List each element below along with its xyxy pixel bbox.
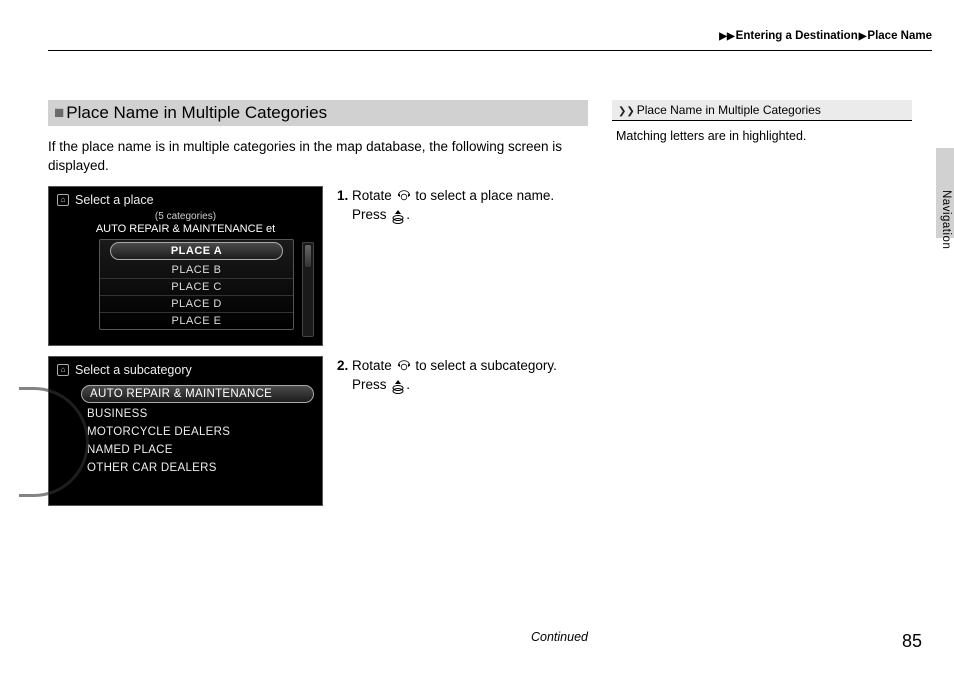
rotate-dial-icon [396,189,412,203]
intro-text: If the place name is in multiple categor… [48,138,588,176]
divider [612,120,912,121]
place-list: PLACE A PLACE B PLACE C PLACE D PLACE E [99,239,294,330]
list-item: PLACE A [110,242,283,260]
rotate-dial-icon [396,359,412,373]
list-item: BUSINESS [81,405,314,423]
arc-decoration [19,387,89,497]
press-button-icon [390,209,406,223]
step-text: Press [352,207,387,222]
press-button-icon [390,379,406,393]
list-item: PLACE C [100,279,293,296]
step-row-1: ⌂ Select a place (5 categories) AUTO REP… [48,186,588,346]
step-2: 2. Rotate to select a subcategory. Press… [337,356,588,395]
list-item: AUTO REPAIR & MAINTENANCE [81,385,314,403]
sidebar: ❯❯Place Name in Multiple Categories Matc… [612,100,912,143]
step-text: Rotate [352,358,392,373]
step-row-2: ⌂ Select a subcategory AUTO REPAIR & MAI… [48,356,588,506]
list-item: NAMED PLACE [81,441,314,459]
sidebar-note: Matching letters are in highlighted. [612,129,912,143]
back-icon: ⌂ [57,194,69,206]
step-text: . [406,377,410,392]
list-item: PLACE B [100,262,293,279]
sidebar-heading-text: Place Name in Multiple Categories [637,103,821,117]
step-text: . [406,207,410,222]
screenshot-title-bar: ⌂ Select a subcategory [49,357,322,379]
section-heading: ■Place Name in Multiple Categories [48,100,588,126]
scrollbar [302,242,314,337]
page-number: 85 [902,631,922,652]
screenshot-select-place: ⌂ Select a place (5 categories) AUTO REP… [48,186,323,346]
step-text: Rotate [352,188,392,203]
main-content: ■Place Name in Multiple Categories If th… [48,100,588,516]
step-number: 1. [337,188,348,203]
step-text: to select a place name. [415,188,554,203]
double-chevron-icon: ❯❯ [618,106,635,117]
section-title: Place Name in Multiple Categories [66,103,327,122]
back-icon: ⌂ [57,364,69,376]
screenshot-subline: AUTO REPAIR & MAINTENANCE et [49,223,322,235]
chevron-right-icon: ▶ [859,31,867,42]
screenshot-title-bar: ⌂ Select a place [49,187,322,209]
screenshot-subhead: (5 categories) [49,211,322,222]
screenshot-select-subcategory: ⌂ Select a subcategory AUTO REPAIR & MAI… [48,356,323,506]
divider [48,50,932,51]
step-1: 1. Rotate to select a place name. Press … [337,186,588,225]
list-item: OTHER CAR DEALERS [81,459,314,477]
chevron-right-icon: ▶▶ [719,31,734,42]
continued-label: Continued [48,630,588,644]
subcategory-list: AUTO REPAIR & MAINTENANCE BUSINESS MOTOR… [81,385,314,477]
screenshot-title: Select a place [75,193,154,207]
step-text: Press [352,377,387,392]
screenshot-title: Select a subcategory [75,363,192,377]
list-item: MOTORCYCLE DEALERS [81,423,314,441]
list-item: PLACE D [100,296,293,313]
sidebar-heading: ❯❯Place Name in Multiple Categories [612,100,912,120]
breadcrumb-level-2: Place Name [867,30,932,42]
breadcrumb-level-1: Entering a Destination [736,30,858,42]
step-text: to select a subcategory. [415,358,557,373]
list-item: PLACE E [100,313,293,329]
breadcrumb: ▶▶Entering a Destination▶Place Name [718,30,932,42]
square-bullet-icon: ■ [54,103,64,122]
step-number: 2. [337,358,348,373]
section-tab-label: Navigation [940,190,952,249]
